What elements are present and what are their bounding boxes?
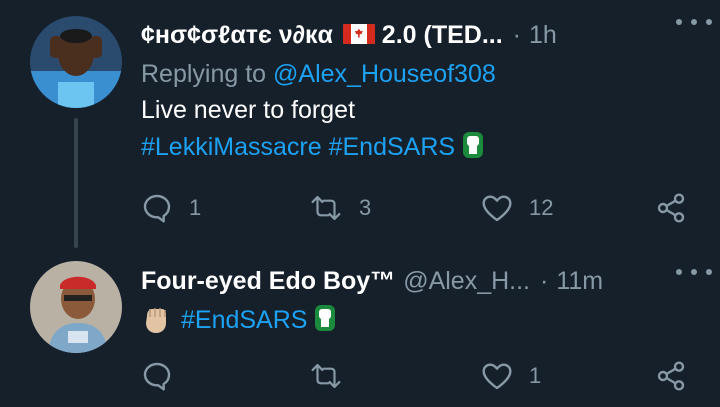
like-button[interactable]: 12 xyxy=(481,190,553,226)
tweet-hashtags: #LekkiMassacre #EndSARS xyxy=(141,129,700,171)
tweet[interactable]: Four-eyed Edo Boy™ @Alex_H... · 11m #End… xyxy=(0,250,720,407)
display-name[interactable]: Four-eyed Edo Boy™ xyxy=(141,267,395,296)
display-name-text: ¢нσ¢σℓαтє ν∂кα xyxy=(141,20,333,49)
share-icon xyxy=(657,361,685,391)
separator-dot: · xyxy=(540,266,549,295)
like-count: 12 xyxy=(529,195,554,220)
more-icon[interactable] xyxy=(676,16,712,28)
replying-handle-link[interactable]: @Alex_Houseof308 xyxy=(273,60,496,88)
hashtag-link[interactable]: #EndSARS xyxy=(181,306,307,334)
replying-to: Replying to @Alex_Houseof308 xyxy=(141,56,700,92)
endsars-fist-icon xyxy=(461,130,485,171)
tweet-content: ¢нσ¢σℓαтє ν∂кα 2.0 (TED... · 1h Replying… xyxy=(141,14,700,171)
reply-icon xyxy=(143,194,171,223)
more-icon[interactable] xyxy=(676,266,712,278)
action-bar: 1 xyxy=(141,358,701,394)
heart-icon xyxy=(482,363,512,390)
retweet-icon xyxy=(311,363,341,389)
share-icon xyxy=(657,193,685,223)
reply-button[interactable] xyxy=(141,358,189,394)
tweet-header: Four-eyed Edo Boy™ @Alex_H... · 11m xyxy=(141,260,700,302)
reply-count: 1 xyxy=(189,195,202,220)
retweet-icon xyxy=(311,195,341,221)
retweet-button[interactable]: 3 xyxy=(309,190,371,226)
tweet-text: #EndSARS xyxy=(141,302,700,345)
avatar[interactable] xyxy=(30,261,122,353)
separator-dot: · xyxy=(512,20,521,49)
retweet-button[interactable] xyxy=(309,358,359,394)
like-count: 1 xyxy=(529,363,542,388)
action-bar: 1 3 12 xyxy=(141,190,701,226)
share-button[interactable] xyxy=(655,358,687,394)
timestamp[interactable]: 11m xyxy=(556,267,603,296)
like-button[interactable]: 1 xyxy=(481,358,541,394)
raised-fist-emoji-icon xyxy=(141,302,171,345)
hashtag-link[interactable]: #EndSARS xyxy=(329,133,455,161)
endsars-fist-icon xyxy=(313,303,337,344)
hashtag-link[interactable]: #LekkiMassacre xyxy=(141,133,322,161)
retweet-count: 3 xyxy=(359,195,372,220)
user-handle[interactable]: @Alex_H... xyxy=(403,267,530,296)
reply-button[interactable]: 1 xyxy=(141,190,201,226)
avatar-photo xyxy=(30,16,122,108)
heart-icon xyxy=(482,195,512,222)
canada-flag-icon xyxy=(342,23,375,44)
reply-icon xyxy=(143,362,171,391)
timestamp[interactable]: 1h xyxy=(529,21,557,50)
display-name[interactable]: ¢нσ¢σℓαтє ν∂кα 2.0 (TED... xyxy=(141,21,503,50)
tweet[interactable]: ¢нσ¢σℓαтє ν∂кα 2.0 (TED... · 1h Replying… xyxy=(0,0,720,250)
replying-prefix: Replying to xyxy=(141,60,274,88)
tweet-content: Four-eyed Edo Boy™ @Alex_H... · 11m #End… xyxy=(141,260,700,345)
display-name-suffix: 2.0 (TED... xyxy=(381,20,503,49)
avatar[interactable] xyxy=(30,16,122,108)
thread-line xyxy=(74,118,78,248)
tweet-text: Live never to forget xyxy=(141,96,356,124)
avatar-photo xyxy=(30,261,122,353)
share-button[interactable] xyxy=(655,190,687,226)
tweet-header: ¢нσ¢σℓαтє ν∂кα 2.0 (TED... · 1h xyxy=(141,14,700,56)
